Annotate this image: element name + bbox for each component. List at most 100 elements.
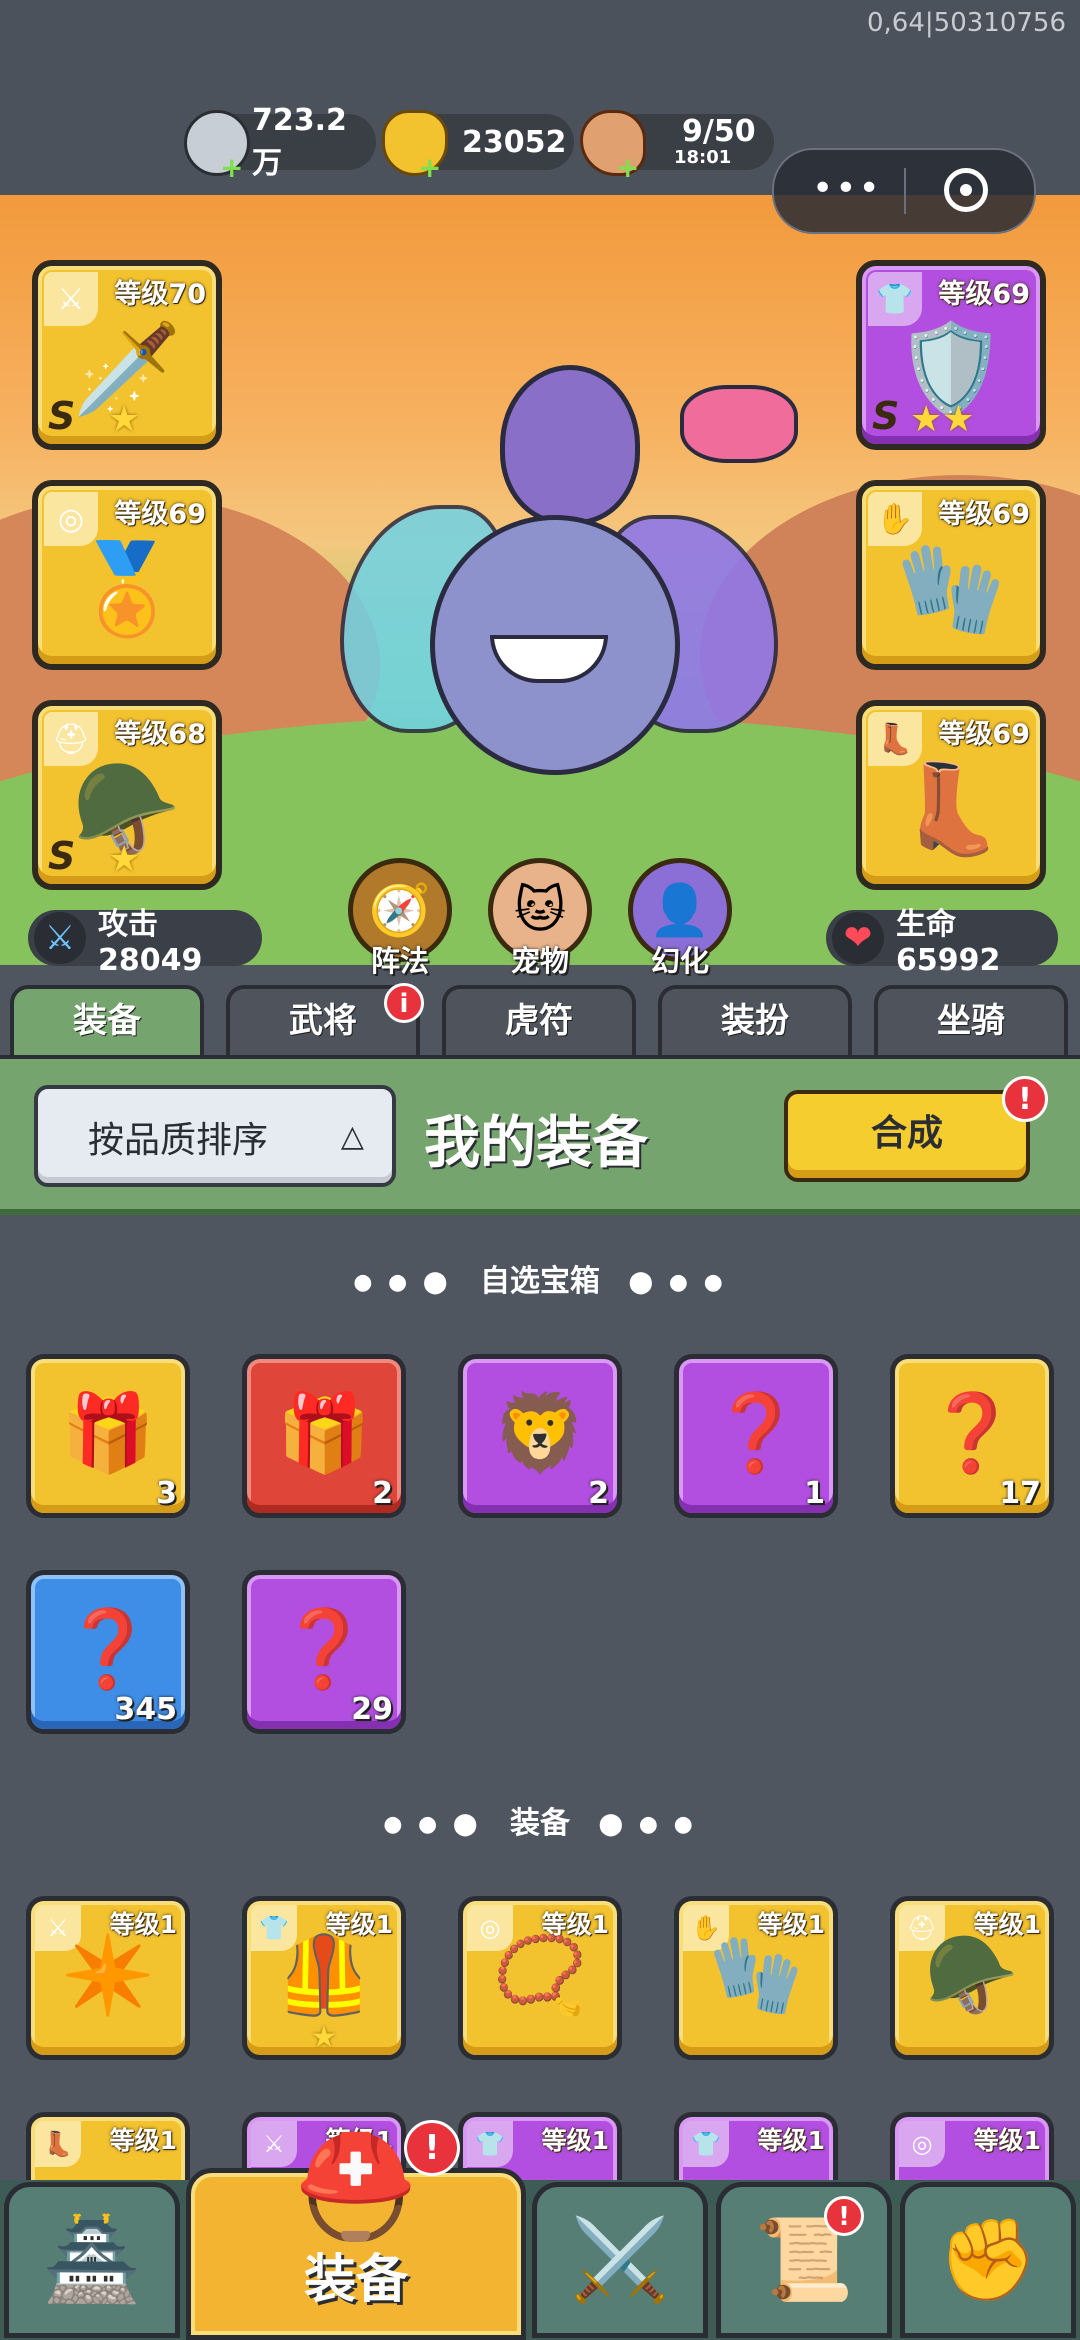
equipment-item[interactable]: ✋ 等级1 🧤: [674, 1896, 838, 2060]
chest-item[interactable]: 🦁 2: [458, 1354, 622, 1518]
helmet-icon: 🪖: [924, 1929, 1020, 2019]
chest-item[interactable]: 🎁 2: [242, 1354, 406, 1518]
equipment-item[interactable]: ⚔ 等级1 ✴️: [26, 1896, 190, 2060]
mystery-chest-icon: ❓: [276, 1603, 372, 1693]
star-icon: ★: [108, 839, 141, 880]
stamina-resource[interactable]: + 9/50 18:01: [580, 110, 774, 184]
section-title-equipment: ● ● ⬤ 装备 ⬤ ● ●: [0, 1798, 1080, 1842]
info-badge-icon: i: [384, 983, 424, 1023]
gauntlet-icon: 🧤: [896, 537, 1006, 641]
hero-on-mount[interactable]: [340, 345, 798, 815]
alert-badge-icon: !: [404, 2120, 460, 2176]
equip-slot-boots[interactable]: 👢 等级69 👢: [856, 700, 1046, 890]
item-level: 等级1: [973, 2126, 1041, 2155]
fist-upgrade-icon: ✊: [938, 2213, 1038, 2306]
chest-item[interactable]: ❓ 29: [242, 1570, 406, 1734]
combine-button[interactable]: 合成: [784, 1090, 1030, 1182]
pet-button[interactable]: 🐱 宠物: [470, 858, 610, 982]
slot-level: 等级69: [938, 499, 1030, 530]
tab-outfit[interactable]: 装扮: [658, 985, 852, 1057]
sort-label: 按品质排序: [88, 1120, 269, 1161]
tab-mount[interactable]: 坐骑: [874, 985, 1068, 1057]
user-id-text: 0,64|50310756: [867, 8, 1066, 38]
triangle-up-icon: △: [340, 1119, 364, 1154]
mystery-chest-icon: ❓: [60, 1603, 156, 1693]
nav-equipment-label: 装备: [303, 2249, 408, 2310]
gold-resource[interactable]: + 23052: [382, 110, 574, 184]
armor-icon: 🦺: [276, 1929, 372, 2019]
add-silver-icon[interactable]: +: [220, 151, 243, 184]
star-icon: ★: [310, 2020, 338, 2055]
target-icon[interactable]: [944, 168, 988, 212]
mystery-chest-icon: ❓: [708, 1387, 804, 1477]
tab-tally[interactable]: 虎符: [442, 985, 636, 1057]
life-stat: ❤ 生命 65992: [826, 907, 1058, 978]
more-menu-icon[interactable]: •••: [812, 168, 882, 209]
heart-icon: ❤: [832, 912, 884, 964]
equipment-item[interactable]: ⛑ 等级1 🪖: [890, 1896, 1054, 2060]
boots-icon: 👢: [896, 757, 1006, 861]
equipment-item[interactable]: ◎ 等级1 📿: [458, 1896, 622, 2060]
equip-slot-weapon[interactable]: ⚔ 等级70 🗡️ S ★: [32, 260, 222, 450]
star-icon: ★★: [910, 399, 975, 440]
item-level: 等级1: [541, 2126, 609, 2155]
alert-badge-icon: !: [824, 2196, 864, 2236]
alert-badge-icon: !: [1002, 1076, 1048, 1122]
section-chests-label: 自选宝箱: [480, 1264, 600, 1299]
item-count: 1: [804, 1476, 825, 1511]
equip-slot-gloves[interactable]: ✋ 等级69 🧤: [856, 480, 1046, 670]
chest-item[interactable]: ❓ 345: [26, 1570, 190, 1734]
shuriken-icon: ✴️: [60, 1929, 156, 2019]
equip-slot-amulet[interactable]: ◎ 等级69 🏅: [32, 480, 222, 670]
slot-level: 等级68: [114, 719, 206, 750]
item-count: 3: [156, 1476, 177, 1511]
stamina-timer: 18:01: [674, 147, 732, 168]
tab-equipment[interactable]: 装备: [10, 985, 204, 1057]
chest-item[interactable]: 🎁 3: [26, 1354, 190, 1518]
nav-equipment-button[interactable]: ⛑️ 装备: [186, 2136, 526, 2340]
add-gold-icon[interactable]: +: [418, 151, 441, 184]
amulet-icon: 🏅: [72, 537, 182, 641]
nav-battle-button[interactable]: ⚔️: [532, 2182, 708, 2338]
item-level: 等级1: [109, 2126, 177, 2155]
slot-level: 等级69: [938, 279, 1030, 310]
equipment-item[interactable]: 👕 等级1 🦺 ★: [242, 1896, 406, 2060]
section-equip-label: 装备: [510, 1806, 570, 1841]
lion-chest-icon: 🦁: [492, 1387, 588, 1477]
rank-label: S: [48, 834, 76, 878]
rank-label: S: [48, 394, 76, 438]
equip-slot-helmet[interactable]: ⛑ 等级68 🪖 S ★: [32, 700, 222, 890]
sword-icon: ⚔: [34, 912, 86, 964]
formation-label: 阵法: [370, 944, 429, 978]
attack-label: 攻击 28049: [98, 906, 203, 978]
item-count: 345: [114, 1692, 177, 1727]
item-count: 2: [588, 1476, 609, 1511]
panel-title: 我的装备: [424, 1111, 648, 1176]
illusion-button[interactable]: 👤 幻化: [610, 858, 750, 982]
equip-slot-armor[interactable]: 👕 等级69 🛡️ S ★★: [856, 260, 1046, 450]
palace-gate-icon: 🏯: [42, 2213, 142, 2306]
formation-button[interactable]: 🧭 阵法: [330, 858, 470, 982]
item-level: 等级1: [757, 2126, 825, 2155]
gold-value: 23052: [462, 124, 567, 160]
item-count: 29: [351, 1692, 393, 1727]
life-label: 生命 65992: [896, 906, 1001, 978]
add-stamina-icon[interactable]: +: [616, 151, 639, 184]
gauntlet-icon: 🧤: [708, 1929, 804, 2019]
sort-by-quality-button[interactable]: 按品质排序 △: [34, 1085, 396, 1187]
dots-decoration-icon: ● ● ⬤: [383, 1812, 482, 1837]
gift-chest-icon: 🎁: [60, 1387, 156, 1477]
chest-item[interactable]: ❓ 17: [890, 1354, 1054, 1518]
slot-level: 等级69: [114, 499, 206, 530]
silver-value: 723.2万: [252, 102, 347, 181]
silver-resource[interactable]: + 723.2万: [184, 103, 376, 184]
necklace-icon: 📿: [492, 1929, 588, 2019]
mystery-chest-icon: ❓: [924, 1387, 1020, 1477]
nav-quest-button[interactable]: 📜: [716, 2182, 892, 2338]
nav-home-button[interactable]: 🏯: [4, 2182, 180, 2338]
armor-type-icon: 👕: [683, 2121, 729, 2167]
slot-level: 等级69: [938, 719, 1030, 750]
nav-upgrade-button[interactable]: ✊: [900, 2182, 1076, 2338]
chest-item[interactable]: ❓ 1: [674, 1354, 838, 1518]
illusion-label: 幻化: [650, 944, 709, 978]
